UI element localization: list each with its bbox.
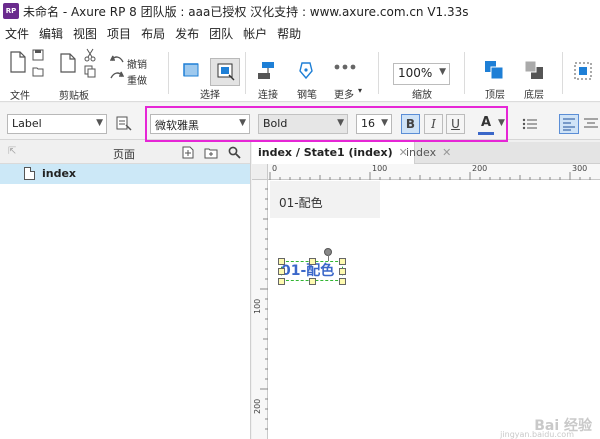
copy-icon[interactable] xyxy=(84,65,96,78)
rotate-handle-line xyxy=(328,255,329,261)
watermark-url: jingyan.baidu.com xyxy=(500,430,574,439)
add-folder-icon[interactable] xyxy=(204,146,218,159)
more-label[interactable]: 更多 xyxy=(334,86,354,101)
toolbar-divider xyxy=(245,52,246,94)
page-item-index[interactable]: index xyxy=(0,164,250,184)
redo-icon[interactable] xyxy=(110,70,124,80)
ruler-tick-label: 0 xyxy=(272,164,278,173)
title-bar: RP 未命名 - Axure RP 8 团队版 : aaa已授权 汉化支持 : … xyxy=(0,0,600,22)
pen-label: 钢笔 xyxy=(297,90,317,101)
select-contain-button[interactable] xyxy=(210,58,240,86)
redo-label[interactable]: 重做 xyxy=(127,72,147,87)
horizontal-ruler: 0 100 200 300 xyxy=(268,164,600,180)
menu-view[interactable]: 视图 xyxy=(72,25,98,42)
resize-handle-b[interactable] xyxy=(309,278,316,285)
window-title: 未命名 - Axure RP 8 团队版 : aaa已授权 汉化支持 : www… xyxy=(23,4,469,19)
connector-icon[interactable] xyxy=(256,61,278,81)
zoom-value: 100% xyxy=(398,66,433,80)
tab-index[interactable]: index ✕ xyxy=(400,142,457,164)
pages-panel-title: 页面 xyxy=(113,148,135,161)
bottom-label: 底层 xyxy=(524,90,544,101)
paste-icon[interactable] xyxy=(58,48,80,74)
axure-logo-icon: RP xyxy=(3,3,19,19)
chevron-down-icon: ▼ xyxy=(439,67,446,77)
tab-label: index / State1 (index) xyxy=(258,146,393,159)
open-icon[interactable] xyxy=(31,64,45,78)
menu-bar: 文件 编辑 视图 项目 布局 发布 团队 帐户 帮助 xyxy=(0,22,600,44)
menu-edit[interactable]: 编辑 xyxy=(38,25,64,42)
toolbar-divider xyxy=(464,52,465,94)
pages-panel-header: ⇱ 页面 xyxy=(0,142,250,164)
more-icon[interactable] xyxy=(333,62,357,72)
ruler-tick-label: 200 xyxy=(472,164,488,173)
search-icon[interactable] xyxy=(228,146,241,159)
cut-icon[interactable] xyxy=(84,48,96,62)
menu-arrange[interactable]: 布局 xyxy=(140,25,166,42)
ruler-tick-label: 300 xyxy=(572,164,588,173)
tab-index-state1[interactable]: index / State1 (index) ✕ xyxy=(252,142,415,164)
design-canvas[interactable]: 0 100 200 300 100 200 01-配色 01-配色 Bai 经验… xyxy=(252,164,600,439)
menu-account[interactable]: 帐户 xyxy=(242,25,268,42)
top-label: 顶层 xyxy=(485,90,505,101)
add-page-icon[interactable] xyxy=(182,146,194,159)
connect-label: 连接 xyxy=(258,90,278,101)
resize-handle-tr[interactable] xyxy=(339,258,346,265)
resize-handle-bl[interactable] xyxy=(278,278,285,285)
menu-team[interactable]: 团队 xyxy=(208,25,234,42)
ruler-tick-label: 100 xyxy=(372,164,388,173)
align-left-button[interactable] xyxy=(559,114,579,134)
ruler-tick-label: 100 xyxy=(253,298,262,314)
pen-icon[interactable] xyxy=(297,61,315,81)
toolbar-divider xyxy=(168,52,169,94)
select-label: 选择 xyxy=(200,90,220,101)
bring-to-front-icon[interactable] xyxy=(484,60,504,80)
bullet-list-icon[interactable] xyxy=(521,116,539,132)
toolbar-divider xyxy=(378,52,379,94)
resize-handle-r[interactable] xyxy=(339,268,346,275)
tab-bar: index / State1 (index) ✕ index ✕ xyxy=(252,142,600,164)
ruler-corner xyxy=(252,164,268,180)
style-value: Label xyxy=(12,117,42,130)
toolbar-divider xyxy=(562,52,563,94)
group-icon[interactable] xyxy=(572,60,594,82)
close-icon[interactable]: ✕ xyxy=(442,146,451,159)
send-to-back-icon[interactable] xyxy=(524,60,544,80)
zoom-select[interactable]: 100% ▼ xyxy=(393,63,450,85)
menu-publish[interactable]: 发布 xyxy=(174,25,200,42)
resize-handle-tl[interactable] xyxy=(278,258,285,265)
menu-file[interactable]: 文件 xyxy=(4,25,30,42)
save-icon[interactable] xyxy=(31,48,45,62)
collapse-arrow-icon[interactable]: ⇱ xyxy=(8,146,16,157)
more-chevron-icon[interactable]: ▾ xyxy=(358,86,362,95)
undo-icon[interactable] xyxy=(110,54,124,64)
page-item-label: index xyxy=(42,167,77,180)
select-intersect-icon[interactable] xyxy=(181,61,201,83)
format-painter-icon[interactable] xyxy=(116,116,132,132)
canvas-label-text[interactable]: 01-配色 xyxy=(279,194,323,211)
menu-help[interactable]: 帮助 xyxy=(276,25,302,42)
pages-panel: ⇱ 页面 index xyxy=(0,142,251,439)
tab-label: index xyxy=(406,146,437,159)
ruler-tick-label: 200 xyxy=(253,398,262,414)
highlight-annotation xyxy=(145,106,508,142)
chevron-down-icon: ▼ xyxy=(96,118,103,128)
undo-label[interactable]: 撤销 xyxy=(127,56,147,71)
vertical-ruler: 100 200 xyxy=(252,180,268,439)
menu-project[interactable]: 项目 xyxy=(106,25,132,42)
main-toolbar: 文件 剪贴板 撤销 重做 选择 连接 钢笔 更多 ▾ 100% ▼ 缩放 顶层 … xyxy=(0,44,600,102)
clipboard-label: 剪贴板 xyxy=(59,91,89,102)
new-file-icon[interactable] xyxy=(8,48,28,74)
file-label: 文件 xyxy=(10,91,30,102)
zoom-label: 缩放 xyxy=(412,90,432,101)
page-icon xyxy=(24,167,35,180)
resize-handle-br[interactable] xyxy=(339,278,346,285)
resize-handle-l[interactable] xyxy=(278,268,285,275)
align-center-icon[interactable] xyxy=(582,116,600,132)
resize-handle-t[interactable] xyxy=(309,258,316,265)
style-select[interactable]: Label ▼ xyxy=(7,114,107,134)
